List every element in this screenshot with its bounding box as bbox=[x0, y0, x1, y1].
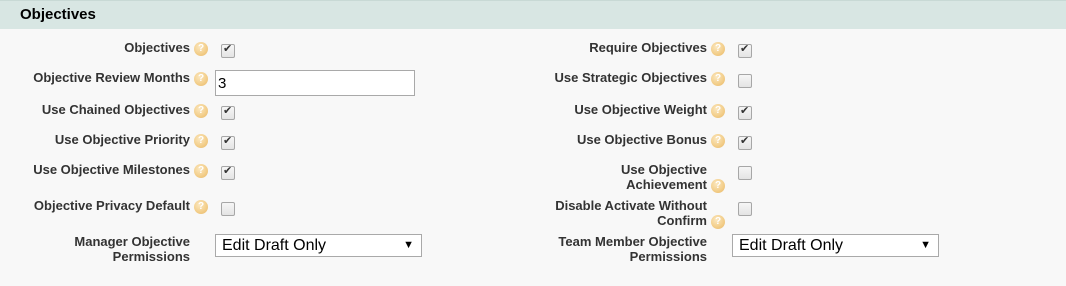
manager-permissions-label: Manager Objective Permissions bbox=[74, 234, 190, 264]
strategic-objectives-checkbox[interactable] bbox=[738, 74, 752, 88]
objective-weight-label: Use Objective Weight bbox=[574, 102, 707, 117]
privacy-default-checkbox[interactable] bbox=[221, 202, 235, 216]
objective-achievement-label-line1: Use Objective bbox=[621, 162, 707, 177]
manager-permissions-select[interactable]: Edit Draft Only ▼ bbox=[215, 234, 422, 257]
help-icon[interactable] bbox=[711, 215, 725, 229]
team-permissions-label: Team Member Objective Permissions bbox=[558, 234, 707, 264]
help-icon[interactable] bbox=[711, 104, 725, 118]
objective-priority-checkbox[interactable] bbox=[221, 134, 235, 150]
require-objectives-checkbox[interactable] bbox=[738, 42, 752, 58]
review-months-input[interactable] bbox=[215, 70, 415, 96]
disable-activate-checkbox[interactable] bbox=[738, 202, 752, 216]
team-permissions-select[interactable]: Edit Draft Only ▼ bbox=[732, 234, 939, 257]
chained-objectives-label: Use Chained Objectives bbox=[41, 102, 190, 117]
objective-priority-label: Use Objective Priority bbox=[54, 132, 190, 147]
help-icon[interactable] bbox=[711, 134, 725, 148]
help-icon[interactable] bbox=[194, 164, 208, 178]
dropdown-arrow-icon: ▼ bbox=[920, 239, 931, 251]
require-objectives-label: Require Objectives bbox=[589, 40, 707, 55]
objectives-label: Objectives bbox=[124, 40, 190, 55]
objective-weight-checkbox[interactable] bbox=[738, 104, 752, 120]
help-icon[interactable] bbox=[194, 200, 208, 214]
chained-objectives-checkbox[interactable] bbox=[221, 104, 235, 120]
team-permissions-label-line2: Permissions bbox=[629, 249, 707, 264]
help-icon[interactable] bbox=[711, 72, 725, 86]
manager-permissions-label-line1: Manager Objective bbox=[74, 234, 190, 249]
help-icon[interactable] bbox=[711, 179, 725, 193]
section-header: Objectives bbox=[0, 0, 1066, 29]
section-title: Objectives bbox=[20, 6, 96, 23]
privacy-default-label: Objective Privacy Default bbox=[33, 198, 190, 213]
disable-activate-label-line1: Disable Activate Without bbox=[555, 198, 707, 213]
objective-achievement-checkbox[interactable] bbox=[738, 166, 752, 180]
review-months-label: Objective Review Months bbox=[33, 70, 190, 85]
team-permissions-value: Edit Draft Only bbox=[739, 237, 844, 254]
objective-bonus-label: Use Objective Bonus bbox=[576, 132, 707, 147]
objectives-checkbox[interactable] bbox=[221, 42, 235, 58]
help-icon[interactable] bbox=[711, 42, 725, 56]
help-icon[interactable] bbox=[194, 134, 208, 148]
disable-activate-label: Disable Activate Without Confirm bbox=[555, 198, 707, 228]
objective-achievement-label-line2: Achievement bbox=[626, 177, 707, 192]
team-permissions-label-line1: Team Member Objective bbox=[558, 234, 707, 249]
objective-achievement-label: Use Objective Achievement bbox=[621, 162, 707, 192]
help-icon[interactable] bbox=[194, 72, 208, 86]
objective-milestones-checkbox[interactable] bbox=[221, 164, 235, 180]
help-icon[interactable] bbox=[194, 104, 208, 118]
strategic-objectives-label: Use Strategic Objectives bbox=[554, 70, 707, 85]
dropdown-arrow-icon: ▼ bbox=[403, 239, 414, 251]
manager-permissions-label-line2: Permissions bbox=[112, 249, 190, 264]
disable-activate-label-line2: Confirm bbox=[657, 213, 707, 228]
manager-permissions-value: Edit Draft Only bbox=[222, 237, 327, 254]
help-icon[interactable] bbox=[194, 42, 208, 56]
objective-milestones-label: Use Objective Milestones bbox=[33, 162, 190, 177]
objective-bonus-checkbox[interactable] bbox=[738, 134, 752, 150]
